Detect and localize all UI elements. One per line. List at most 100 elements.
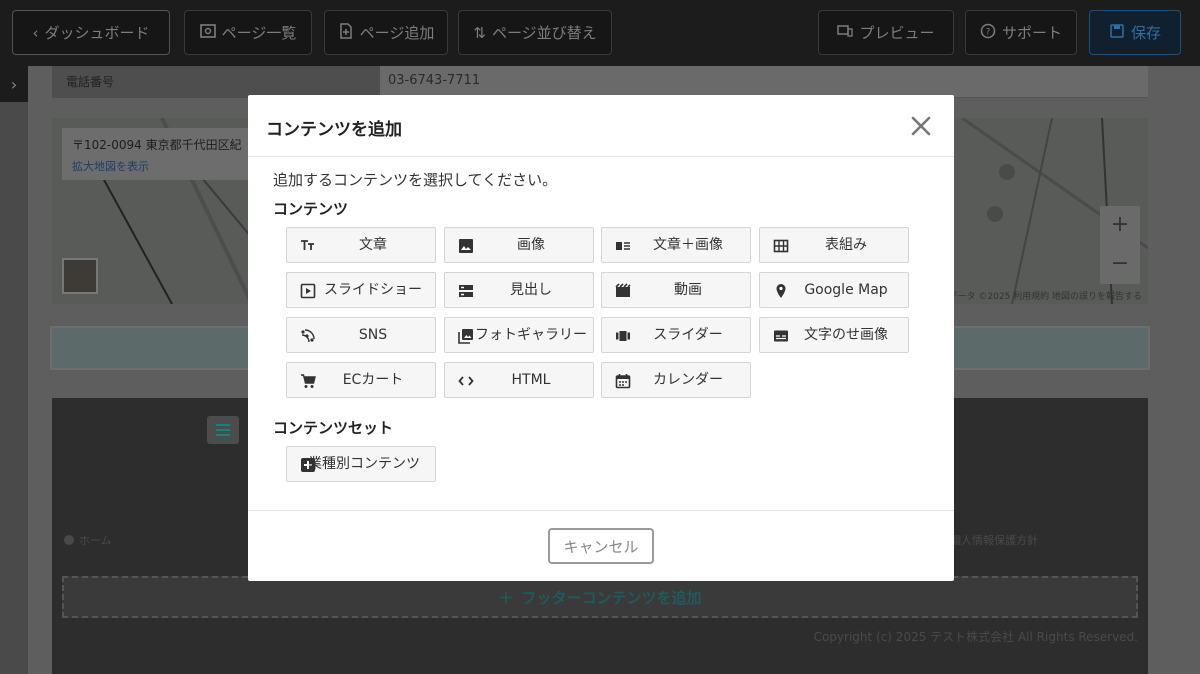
content-heading-label: 見出し [510, 282, 552, 298]
cancel-button[interactable]: キャンセル [548, 528, 654, 564]
map-pin-icon [773, 283, 789, 299]
zoom-out-button[interactable]: − [1100, 245, 1140, 284]
copyright-text: Copyright (c) 2025 テスト株式会社 All Rights Re… [813, 630, 1138, 644]
content-photo-gallery-label: フォトギャラリー [475, 327, 587, 343]
section-title-contents: コンテンツ [273, 200, 349, 218]
footer-privacy-link[interactable]: 個人情報保護方針 [950, 532, 1038, 548]
content-calendar-label: カレンダー [653, 372, 723, 388]
save-label: 保存 [1130, 24, 1161, 42]
support-label: サポート [1001, 24, 1062, 42]
modal-header: コンテンツを追加 [248, 95, 954, 157]
content-slider-button[interactable]: スライダー [601, 317, 751, 353]
modal-footer: キャンセル [248, 510, 954, 581]
svg-text:?: ? [986, 27, 991, 37]
add-page-icon [338, 22, 354, 43]
add-footer-content-button[interactable]: ＋ フッターコンテンツを追加 [62, 576, 1138, 618]
devices-icon [837, 23, 854, 43]
map-layer-thumbnail[interactable] [62, 258, 98, 294]
content-heading-button[interactable]: 見出し [444, 272, 594, 308]
content-text-label: 文章 [359, 237, 387, 253]
preview-button[interactable]: プレビュー [818, 10, 954, 55]
dashboard-button[interactable]: ‹ ダッシュボード [12, 10, 170, 55]
content-table-button[interactable]: 表組み [759, 227, 909, 263]
add-content-modal: コンテンツを追加 追加するコンテンツを選択してください。 コンテンツ 文章 画像… [248, 95, 954, 581]
add-footer-label: フッターコンテンツを追加 [521, 588, 702, 607]
caption-image-icon [773, 328, 789, 344]
calendar-icon [615, 373, 631, 389]
heading-icon [458, 283, 474, 299]
text-image-icon [615, 238, 631, 254]
home-bullet-icon [64, 535, 74, 545]
content-html-button[interactable]: HTML [444, 362, 594, 398]
zoom-in-button[interactable]: + [1100, 206, 1140, 245]
phone-row: 電話番号 03-6743-7711 [52, 66, 1148, 98]
page-list-button[interactable]: ページ一覧 [184, 10, 312, 55]
sort-icon: ⇅ [473, 23, 486, 42]
chevron-right-icon: › [10, 74, 18, 94]
phone-value: 03-6743-7711 [380, 66, 1148, 98]
add-page-label: ページ追加 [359, 24, 435, 42]
menu-icon[interactable] [207, 416, 239, 444]
page-list-label: ページ一覧 [221, 24, 297, 42]
content-table-label: 表組み [825, 237, 867, 253]
phone-label: 電話番号 [52, 66, 380, 98]
top-toolbar: ‹ ダッシュボード ページ一覧 ページ追加 ⇅ ページ並び替え プレビュー ? … [0, 0, 1200, 66]
content-video-button[interactable]: 動画 [601, 272, 751, 308]
chevron-left-icon: ‹ [32, 23, 39, 42]
support-button[interactable]: ? サポート [965, 10, 1077, 55]
image-icon [458, 238, 474, 254]
add-page-button[interactable]: ページ追加 [324, 10, 448, 55]
map-attribution: データ ©2025 利用規約 地図の誤りを報告する [948, 292, 1143, 302]
photo-gallery-icon [458, 328, 474, 344]
content-google-map-button[interactable]: Google Map [759, 272, 909, 308]
slideshow-icon [300, 283, 316, 299]
content-ec-cart-button[interactable]: ECカート [286, 362, 436, 398]
content-video-label: 動画 [674, 282, 702, 298]
content-set-industry-button[interactable]: 業種別コンテンツ [286, 446, 436, 482]
content-html-label: HTML [511, 372, 551, 388]
content-slideshow-label: スライドショー [324, 282, 422, 298]
content-calendar-button[interactable]: カレンダー [601, 362, 751, 398]
content-sns-label: SNS [358, 327, 388, 343]
footer-home-link[interactable]: ホーム [64, 532, 112, 548]
content-image-button[interactable]: 画像 [444, 227, 594, 263]
sort-pages-button[interactable]: ⇅ ページ並び替え [458, 10, 612, 55]
sort-pages-label: ページ並び替え [491, 24, 597, 42]
sidebar-toggle[interactable]: › [0, 66, 28, 102]
map-enlarge-link[interactable]: 拡大地図を表示 [72, 158, 252, 174]
page-list-icon [199, 23, 216, 43]
section-title-content-sets: コンテンツセット [273, 419, 394, 437]
content-slideshow-button[interactable]: スライドショー [286, 272, 436, 308]
content-text-image-button[interactable]: 文章＋画像 [601, 227, 751, 263]
save-icon [1109, 23, 1125, 43]
help-icon: ? [980, 23, 996, 43]
content-image-label: 画像 [517, 237, 545, 253]
modal-instruction: 追加するコンテンツを選択してください。 [273, 171, 558, 189]
content-sns-button[interactable]: SNS [286, 317, 436, 353]
text-icon [300, 238, 316, 254]
cart-icon [300, 373, 316, 389]
content-caption-image-button[interactable]: 文字のせ画像 [759, 317, 909, 353]
content-set-industry-label: 業種別コンテンツ [308, 456, 420, 472]
sns-icon [300, 328, 316, 344]
content-photo-gallery-button[interactable]: フォトギャラリー [444, 317, 594, 353]
content-text-button[interactable]: 文章 [286, 227, 436, 263]
save-button[interactable]: 保存 [1089, 10, 1181, 55]
slider-icon [615, 328, 631, 344]
plus-icon: ＋ [498, 588, 514, 607]
table-icon [773, 238, 789, 254]
map-info-card: 〒102-0094 東京都千代田区紀 拡大地図を表示 [62, 128, 262, 180]
content-caption-image-label: 文字のせ画像 [804, 327, 888, 343]
code-icon [458, 373, 474, 389]
content-ec-cart-label: ECカート [342, 372, 404, 388]
content-google-map-label: Google Map [804, 282, 888, 298]
home-link-label: ホーム [79, 534, 112, 547]
modal-title: コンテンツを追加 [266, 120, 402, 140]
preview-label: プレビュー [859, 24, 935, 42]
map-zoom-controls: + − [1100, 206, 1140, 284]
map-address: 〒102-0094 東京都千代田区紀 [72, 138, 242, 152]
content-text-image-label: 文章＋画像 [653, 237, 723, 253]
close-icon[interactable] [908, 113, 934, 139]
content-slider-label: スライダー [653, 327, 723, 343]
dashboard-label: ダッシュボード [44, 24, 150, 42]
